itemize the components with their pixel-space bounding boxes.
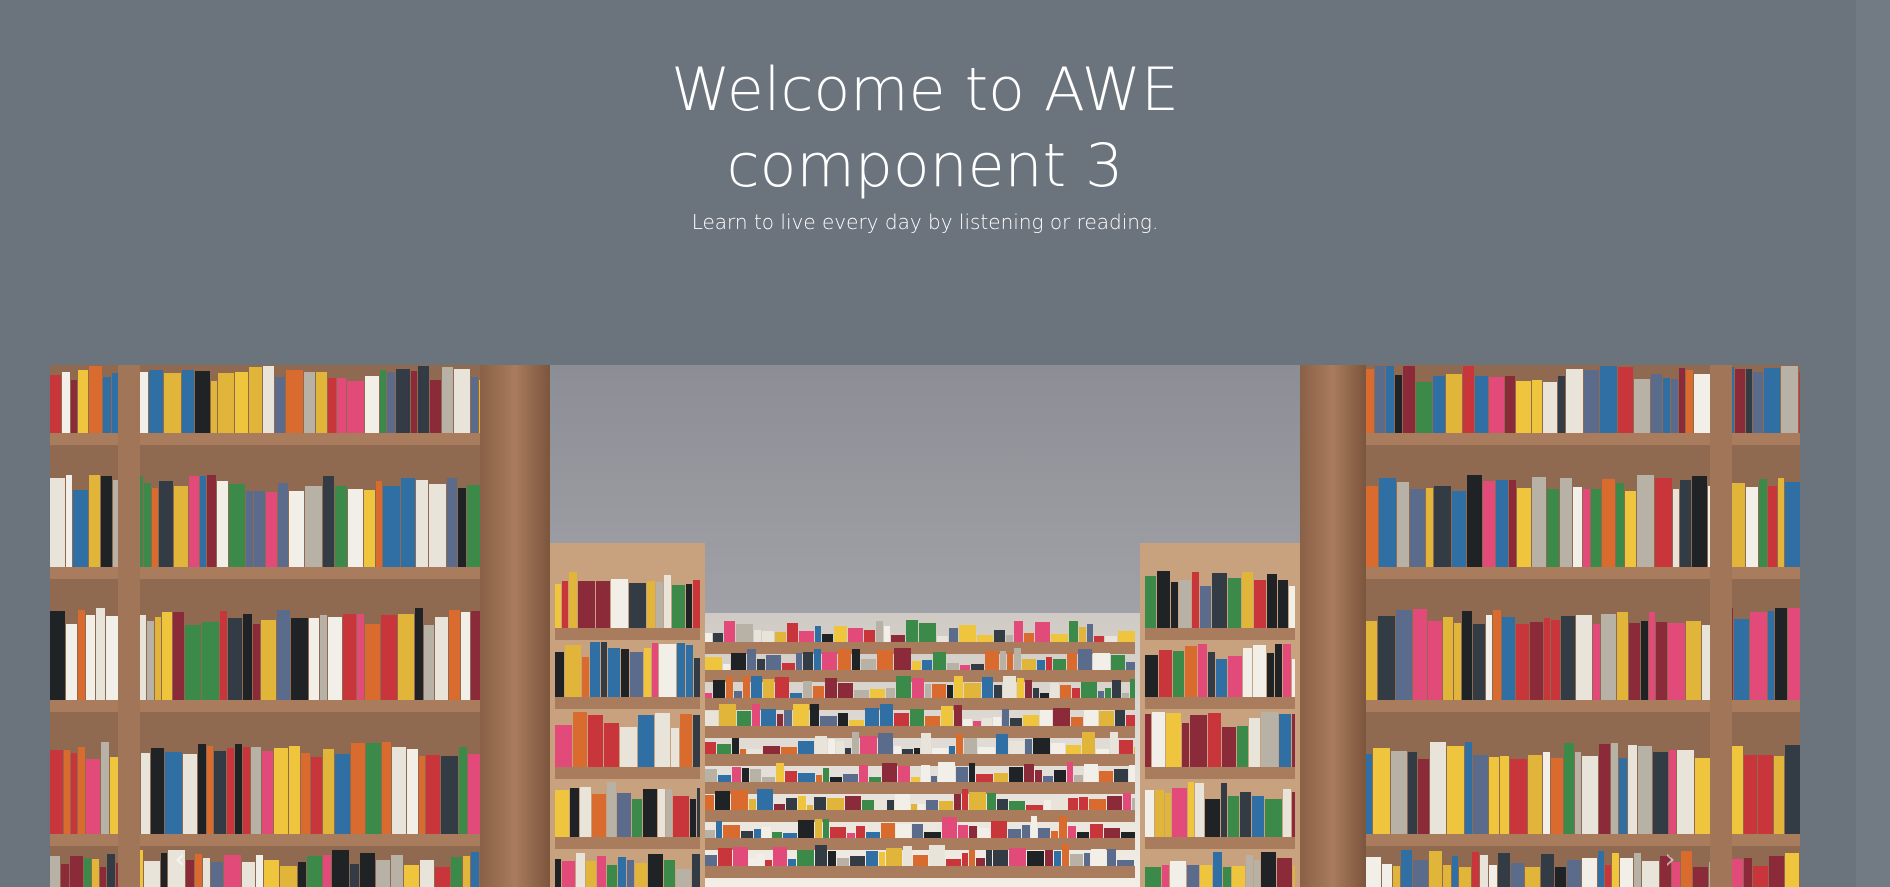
chevron-right-icon: › bbox=[1664, 841, 1676, 875]
carousel-prev-button[interactable]: ‹ bbox=[160, 838, 200, 878]
library-bookshelves-image bbox=[50, 365, 1800, 887]
page: Welcome to AWE component 3 Learn to live… bbox=[0, 0, 1890, 887]
image-carousel[interactable] bbox=[50, 365, 1800, 887]
chevron-left-icon: ‹ bbox=[174, 841, 186, 875]
carousel-next-button[interactable]: › bbox=[1650, 838, 1690, 878]
hero-subtitle: Learn to live every day by listening or … bbox=[691, 210, 1159, 234]
hero-title: Welcome to AWE component 3 bbox=[575, 52, 1275, 204]
scrollbar-track[interactable] bbox=[1856, 0, 1890, 887]
hero-title-line1: Welcome to AWE bbox=[671, 55, 1179, 125]
hero-title-line2: component 3 bbox=[726, 131, 1124, 201]
